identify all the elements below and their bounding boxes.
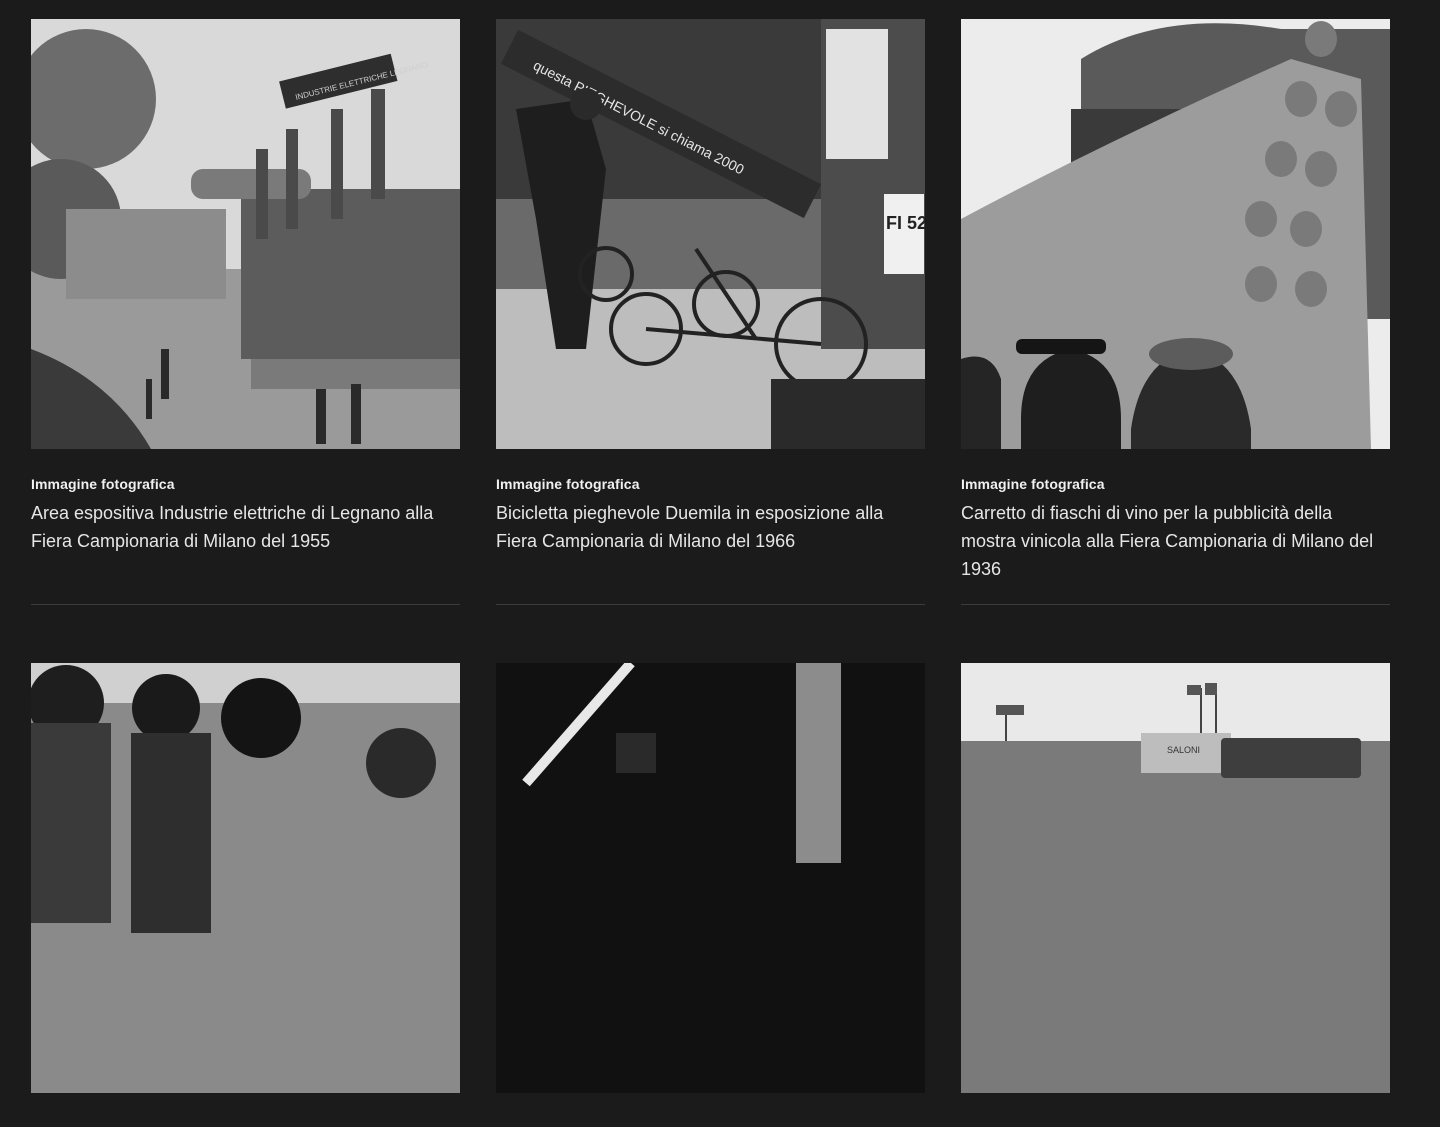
plate-text: FI 52 (886, 213, 925, 233)
card-category: Immagine fotografica (31, 476, 175, 492)
thumbnail-bicicletta[interactable]: FI 52 questa PIEGHEVOLE si chiama 2000 (496, 19, 925, 449)
thumbnail-legnano[interactable]: INDUSTRIE ELETTRICHE LEGNANO (31, 19, 460, 449)
card-category: Immagine fotografica (961, 476, 1105, 492)
photo-exhibition-hall (496, 663, 925, 1093)
result-card-5[interactable] (496, 663, 925, 1127)
sign-text: SALONI (1167, 745, 1200, 755)
result-card-2[interactable]: FI 52 questa PIEGHEVOLE si chiama 2000 I… (496, 19, 925, 605)
result-card-3[interactable]: Immagine fotografica Carretto di fiaschi… (961, 19, 1390, 605)
card-title: Area espositiva Industrie elettriche di … (31, 503, 434, 551)
card-divider (31, 604, 460, 605)
photo-industrial-transformers: INDUSTRIE ELETTRICHE LEGNANO (31, 19, 460, 449)
results-grid: INDUSTRIE ELETTRICHE LEGNANO Immagine fo… (31, 19, 1390, 1127)
card-title: Carretto di fiaschi di vino per la pubbl… (961, 503, 1374, 579)
thumbnail-fiaschi[interactable] (961, 19, 1390, 449)
photo-saloni-building: SALONI (961, 663, 1390, 1093)
card-divider (496, 604, 925, 605)
result-card-4[interactable] (31, 663, 460, 1127)
photo-folding-bicycle: FI 52 questa PIEGHEVOLE si chiama 2000 (496, 19, 925, 449)
thumbnail-card-4[interactable] (31, 663, 460, 1093)
thumbnail-card-6[interactable]: SALONI (961, 663, 1390, 1093)
thumbnail-card-5[interactable] (496, 663, 925, 1093)
card-title: Bicicletta pieghevole Duemila in esposiz… (496, 503, 884, 551)
result-card-1[interactable]: INDUSTRIE ELETTRICHE LEGNANO Immagine fo… (31, 19, 460, 605)
card-category: Immagine fotografica (496, 476, 640, 492)
photo-group-of-men (31, 663, 460, 1093)
result-card-6[interactable]: SALONI (961, 663, 1390, 1127)
card-divider (961, 604, 1390, 605)
photo-wine-flask-cart (961, 19, 1390, 449)
